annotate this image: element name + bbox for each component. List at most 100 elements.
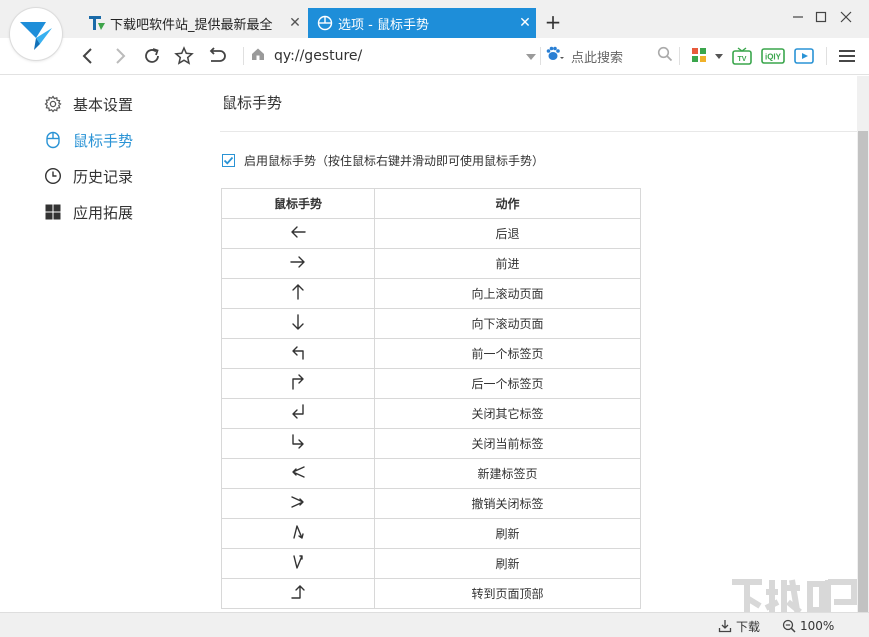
enable-gesture-label[interactable]: 启用鼠标手势（按住鼠标右键并滑动即可使用鼠标手势）: [244, 152, 544, 169]
gesture-cell: [221, 308, 375, 339]
zoom-control[interactable]: 100%: [782, 617, 834, 635]
home-icon[interactable]: [250, 46, 266, 66]
svg-text:iQIY: iQIY: [765, 53, 782, 62]
action-cell: 后一个标签页: [374, 368, 641, 399]
sidebar-item-label: 应用拓展: [73, 203, 134, 222]
action-cell: 撤销关闭标签: [374, 488, 641, 519]
action-cell: 关闭当前标签: [374, 428, 641, 459]
search-engine-paw-icon[interactable]: [545, 46, 565, 66]
table-row: 关闭当前标签: [221, 428, 641, 459]
maximize-icon[interactable]: [810, 6, 832, 28]
status-bar: 下载 100%: [0, 612, 869, 637]
search-input[interactable]: 点此搜索: [571, 47, 657, 66]
action-cell: 向上滚动页面: [374, 278, 641, 309]
table-row: 后退: [221, 218, 641, 249]
gesture-cell: [221, 338, 375, 369]
action-cell: 前进: [374, 248, 641, 279]
gesture-cell: [221, 428, 375, 459]
svg-text:TV: TV: [738, 56, 747, 63]
back-icon[interactable]: [76, 44, 100, 68]
table-row: 向下滚动页面: [221, 308, 641, 339]
column-header-action: 动作: [374, 188, 641, 219]
down-right-arrow-icon: [290, 434, 306, 453]
right-zigzag-icon: [290, 494, 306, 513]
download-button[interactable]: 下载: [718, 617, 760, 635]
table-row: 向上滚动页面: [221, 278, 641, 309]
gesture-cell: [221, 518, 375, 549]
sidebar-item-label: 历史记录: [73, 167, 134, 186]
browser-window: 下载吧软件站_提供最新最全 ✕ 选项 - 鼠标手势 ✕ + qy://gestu…: [0, 0, 869, 637]
sidebar-item-label: 鼠标手势: [73, 131, 134, 150]
enable-gesture-row[interactable]: 启用鼠标手势（按住鼠标右键并滑动即可使用鼠标手势）: [222, 151, 544, 169]
zoom-level: 100%: [800, 619, 835, 633]
up-zigzag-icon: [290, 524, 306, 543]
search-box[interactable]: 点此搜索: [545, 44, 673, 68]
zoom-icon: [782, 619, 796, 633]
table-row: 前进: [221, 248, 641, 279]
bookmark-star-icon[interactable]: [172, 44, 196, 68]
menu-icon[interactable]: [836, 45, 858, 67]
tab-close-icon[interactable]: ✕: [284, 15, 306, 31]
tab-title: 选项 - 鼠标手势: [338, 17, 429, 33]
address-text[interactable]: qy://gesture/: [274, 48, 525, 64]
column-header-gesture: 鼠标手势: [221, 188, 375, 219]
clock-icon: [44, 167, 62, 185]
action-cell: 向下滚动页面: [374, 308, 641, 339]
close-window-icon[interactable]: [835, 6, 857, 28]
toolbar-divider: [679, 47, 680, 65]
right-arrow-icon: [290, 254, 306, 273]
video-icon[interactable]: [793, 45, 815, 67]
up-left-arrow-icon: [290, 344, 306, 363]
sidebar-item-history[interactable]: 历史记录: [44, 164, 133, 188]
left-arrow-icon: [290, 224, 306, 243]
table-row: 关闭其它标签: [221, 398, 641, 429]
search-icon[interactable]: [657, 46, 673, 66]
address-dropdown-icon[interactable]: [525, 47, 537, 66]
browser-logo-icon[interactable]: [10, 8, 62, 60]
gesture-cell: [221, 368, 375, 399]
toolbar-divider: [826, 47, 827, 65]
action-cell: 转到页面顶部: [374, 578, 641, 609]
gesture-cell: [221, 248, 375, 279]
action-cell: 关闭其它标签: [374, 398, 641, 429]
action-cell: 刷新: [374, 548, 641, 579]
new-tab-button[interactable]: +: [542, 10, 564, 34]
down-zigzag-icon: [290, 554, 306, 573]
table-header-row: 鼠标手势 动作: [221, 188, 641, 219]
sidebar-item-mouse-gesture[interactable]: 鼠标手势: [44, 128, 133, 152]
down-arrow-icon: [290, 314, 306, 333]
up-arrow-icon: [290, 284, 306, 303]
scrollbar-thumb[interactable]: [858, 131, 868, 612]
right-up-arrow-icon: [290, 584, 306, 603]
tab-download-site[interactable]: 下载吧软件站_提供最新最全 ✕: [80, 8, 306, 38]
refresh-icon[interactable]: [140, 44, 164, 68]
forward-icon[interactable]: [108, 44, 132, 68]
left-zigzag-icon: [290, 464, 306, 483]
divider: [220, 131, 858, 132]
windows-grid-icon: [44, 203, 62, 221]
tv-icon[interactable]: TV: [731, 45, 753, 67]
toolbar-divider: [243, 47, 244, 65]
mouse-icon: [316, 14, 334, 32]
undo-icon[interactable]: [204, 44, 228, 68]
address-bar[interactable]: qy://gesture/: [250, 44, 537, 68]
action-cell: 前一个标签页: [374, 338, 641, 369]
apps-grid-icon[interactable]: [690, 45, 724, 67]
table-row: 转到页面顶部: [221, 578, 641, 609]
nav-toolbar: qy://gesture/ 点此搜索 TV iQIY: [0, 38, 869, 75]
action-cell: 新建标签页: [374, 458, 641, 489]
gesture-cell: [221, 548, 375, 579]
table-row: 新建标签页: [221, 458, 641, 489]
sidebar-item-basic-settings[interactable]: 基本设置: [44, 92, 133, 116]
minimize-icon[interactable]: [787, 6, 809, 28]
table-row: 后一个标签页: [221, 368, 641, 399]
gesture-cell: [221, 458, 375, 489]
tab-options-gesture[interactable]: 选项 - 鼠标手势 ✕: [308, 8, 536, 38]
enable-gesture-checkbox[interactable]: [222, 153, 235, 167]
down-left-arrow-icon: [290, 404, 306, 423]
iqiyi-icon[interactable]: iQIY: [760, 45, 786, 67]
sidebar-item-extensions[interactable]: 应用拓展: [44, 200, 133, 224]
table-row: 刷新: [221, 518, 641, 549]
download-icon: [718, 619, 732, 633]
tab-close-icon[interactable]: ✕: [514, 15, 536, 31]
